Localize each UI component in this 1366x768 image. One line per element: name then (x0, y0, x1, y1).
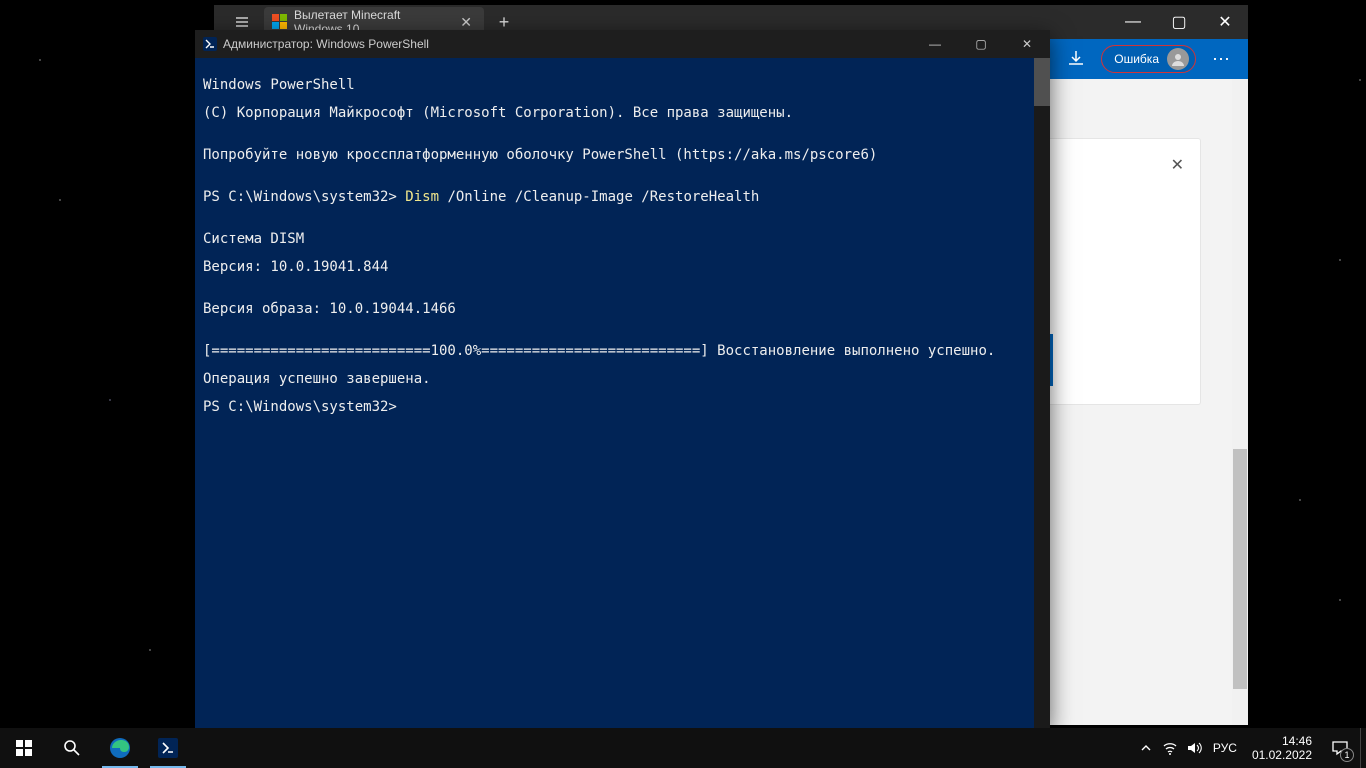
action-center-button[interactable]: 1 (1320, 728, 1360, 768)
ps-minimize-button[interactable]: — (912, 30, 958, 58)
ps-line: Операция успешно завершена. (203, 372, 1042, 386)
search-icon (63, 739, 81, 757)
show-desktop-button[interactable] (1360, 728, 1366, 768)
start-button[interactable] (0, 728, 48, 768)
language-label: РУС (1213, 741, 1237, 755)
edge-minimize-button[interactable]: — (1110, 5, 1156, 39)
ps-line: Версия образа: 10.0.19044.1466 (203, 302, 1042, 316)
ps-prompt: PS C:\Windows\system32> (203, 189, 405, 205)
powershell-output: Windows PowerShell (C) Корпорация Майкро… (195, 58, 1050, 448)
edge-error-label: Ошибка (1114, 52, 1159, 66)
powershell-title: Администратор: Windows PowerShell (223, 37, 429, 51)
powershell-window: Администратор: Windows PowerShell — ▢ ✕ … (195, 30, 1050, 728)
tab-actions-icon (235, 15, 249, 29)
taskbar: РУС 14:46 01.02.2022 1 (0, 728, 1366, 768)
ps-scrollbar[interactable] (1034, 58, 1050, 728)
edge-scrollbar[interactable] (1232, 79, 1248, 725)
edge-close-button[interactable]: ✕ (1202, 5, 1248, 39)
edge-profile-avatar-icon (1167, 48, 1189, 70)
close-icon: ✕ (1022, 37, 1032, 51)
microsoft-favicon-icon (272, 14, 288, 30)
ps-cmd-args: /Online /Cleanup-Image /RestoreHealth (439, 189, 759, 205)
search-button[interactable] (48, 728, 96, 768)
close-icon: ✕ (1218, 12, 1231, 32)
ps-line: PS C:\Windows\system32> Dism /Online /Cl… (203, 190, 1042, 204)
powershell-titlebar[interactable]: Администратор: Windows PowerShell — ▢ ✕ (195, 30, 1050, 58)
tray-overflow-button[interactable] (1134, 728, 1158, 768)
close-icon: ✕ (1171, 157, 1184, 174)
edge-maximize-button[interactable]: ▢ (1156, 5, 1202, 39)
promo-close-button[interactable]: ✕ (1171, 155, 1184, 175)
powershell-body[interactable]: Windows PowerShell (C) Корпорация Майкро… (195, 58, 1050, 728)
maximize-icon: ▢ (975, 37, 986, 51)
tray-network-button[interactable] (1158, 728, 1182, 768)
edge-app-menu-button[interactable]: ⋯ (1204, 42, 1238, 76)
edge-downloads-button[interactable] (1059, 42, 1093, 76)
ps-line: [==========================100.0%=======… (203, 344, 1042, 358)
tray-volume-button[interactable] (1182, 728, 1206, 768)
clock-time: 14:46 (1282, 734, 1312, 748)
powershell-icon (158, 738, 178, 758)
notification-count: 1 (1340, 748, 1354, 762)
tray-language-button[interactable]: РУС (1206, 728, 1244, 768)
speaker-icon (1186, 740, 1202, 756)
chevron-up-icon (1141, 743, 1151, 753)
maximize-icon: ▢ (1171, 12, 1186, 32)
edge-scrollbar-thumb[interactable] (1233, 449, 1247, 689)
system-tray: РУС 14:46 01.02.2022 1 (1134, 728, 1366, 768)
ps-line: Версия: 10.0.19041.844 (203, 260, 1042, 274)
minimize-icon: — (1125, 13, 1141, 31)
ps-scrollbar-thumb[interactable] (1034, 58, 1050, 106)
taskbar-edge-button[interactable] (96, 728, 144, 768)
download-icon (1067, 50, 1085, 68)
edge-icon (109, 737, 131, 759)
wifi-icon (1162, 740, 1178, 756)
powershell-icon (203, 37, 217, 51)
ellipsis-icon: ⋯ (1212, 49, 1230, 70)
minimize-icon: — (929, 37, 941, 51)
ps-line: PS C:\Windows\system32> (203, 400, 1042, 414)
edge-tab-close-button[interactable]: ✕ (456, 14, 476, 31)
ps-cmd: Dism (405, 189, 439, 205)
ps-line: Система DISM (203, 232, 1042, 246)
edge-profile-error-pill[interactable]: Ошибка (1101, 45, 1196, 73)
windows-logo-icon (16, 740, 32, 756)
clock-date: 01.02.2022 (1252, 748, 1312, 762)
ps-maximize-button[interactable]: ▢ (958, 30, 1004, 58)
ps-line: Windows PowerShell (203, 78, 1042, 92)
tray-clock[interactable]: 14:46 01.02.2022 (1244, 734, 1320, 762)
taskbar-powershell-button[interactable] (144, 728, 192, 768)
ps-close-button[interactable]: ✕ (1004, 30, 1050, 58)
ps-line: (C) Корпорация Майкрософт (Microsoft Cor… (203, 106, 1042, 120)
ps-line: Попробуйте новую кроссплатформенную обол… (203, 148, 1042, 162)
